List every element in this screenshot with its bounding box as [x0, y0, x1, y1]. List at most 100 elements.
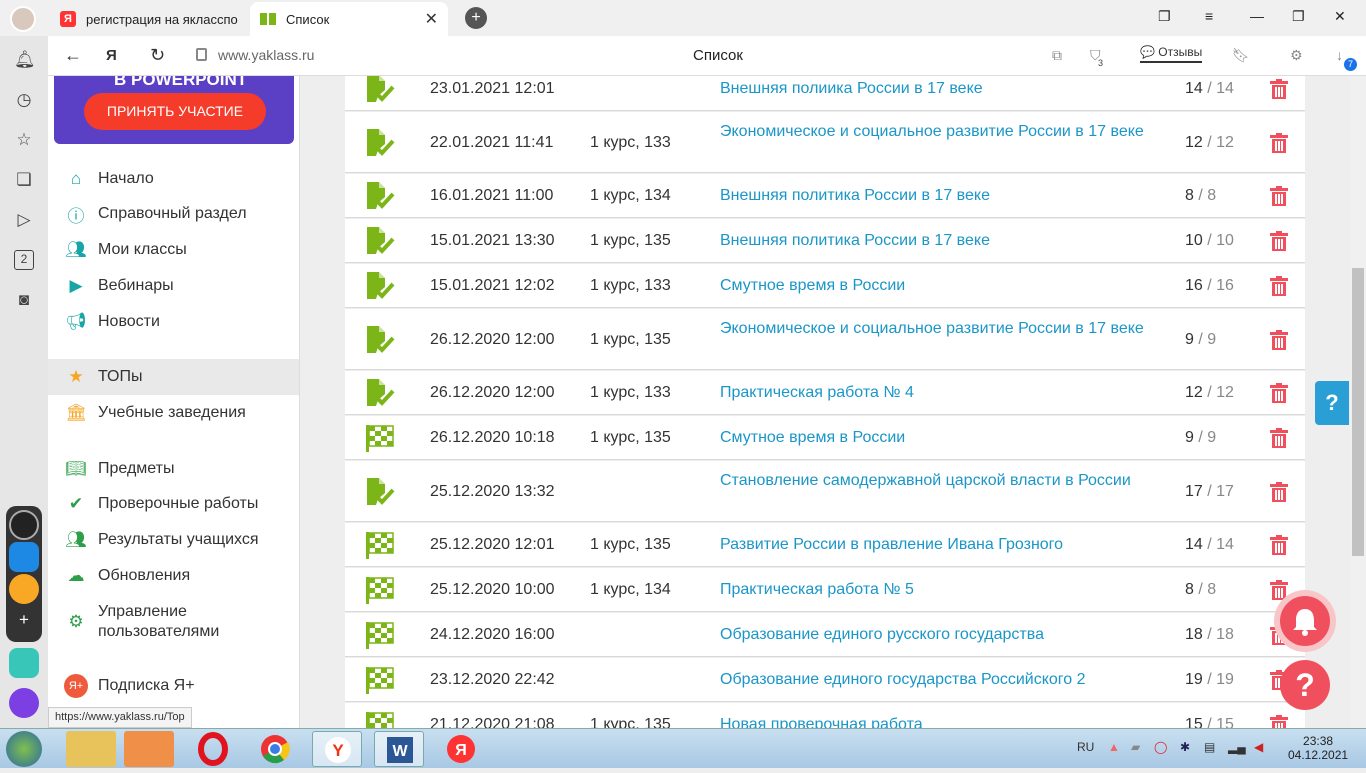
- opera-taskbar-icon[interactable]: [188, 731, 238, 767]
- sidebar-item-my-classes[interactable]: 👥︎ Мои классы: [48, 232, 299, 268]
- tray-clipboard-icon[interactable]: ▤: [1204, 740, 1215, 754]
- delete-icon[interactable]: [1270, 276, 1288, 296]
- language-indicator[interactable]: RU: [1077, 740, 1094, 754]
- chrome-taskbar-icon[interactable]: [250, 731, 300, 767]
- row-title-link[interactable]: Становление самодержавной царской власти…: [720, 471, 1150, 491]
- table-row[interactable]: 26.12.2020 12:00 1 курс, 133 Практическая …: [345, 371, 1305, 415]
- bookmark-manager-icon[interactable]: ❐: [1158, 8, 1171, 25]
- row-title-link[interactable]: Смутное время в России: [720, 428, 1150, 448]
- row-title-link[interactable]: Образование единого государства Российск…: [720, 670, 1150, 690]
- screenshot-icon[interactable]: ◙: [14, 290, 34, 310]
- minimize-icon[interactable]: —: [1250, 8, 1264, 24]
- yandex-browser-taskbar-icon[interactable]: Y: [312, 731, 362, 767]
- back-arrow-icon[interactable]: ←: [64, 45, 82, 66]
- tabs-icon[interactable]: ⧉: [1052, 47, 1062, 64]
- history-icon[interactable]: ◷: [14, 90, 34, 110]
- delete-icon[interactable]: [1270, 428, 1288, 448]
- alice-app-icon[interactable]: [9, 510, 39, 540]
- table-row[interactable]: 24.12.2020 16:00 Образование единого русс…: [345, 613, 1305, 657]
- table-row[interactable]: 23.01.2021 12:01 Внешняя полиика России в…: [345, 76, 1305, 111]
- help-tab-button[interactable]: ?: [1315, 381, 1349, 425]
- table-row[interactable]: 25.12.2020 13:32 Становление самодержавно…: [345, 461, 1305, 522]
- download-icon[interactable]: ↓: [1336, 47, 1343, 63]
- sidebar-item-institutions[interactable]: 🏛︎ Учебные заведения: [48, 395, 299, 431]
- delete-icon[interactable]: [1270, 186, 1288, 206]
- row-title-link[interactable]: Внешняя политика России в 17 веке: [720, 231, 1150, 251]
- notification-bell-button[interactable]: [1274, 590, 1336, 652]
- table-row[interactable]: 21.12.2020 21:08 1 курс, 135 Новая проверо…: [345, 703, 1305, 728]
- table-row[interactable]: 15.01.2021 13:30 1 курс, 135 Внешняя полит…: [345, 219, 1305, 263]
- add-app-icon[interactable]: +: [14, 610, 34, 630]
- close-tab-icon[interactable]: ✕: [425, 9, 438, 29]
- menu-icon[interactable]: ≡: [1205, 8, 1213, 24]
- table-row[interactable]: 26.12.2020 12:00 1 курс, 135 Экономическое…: [345, 309, 1305, 370]
- row-title-link[interactable]: Практическая работа № 5: [720, 580, 1150, 600]
- sidebar-item-subscription[interactable]: Я+ Подписка Я+: [48, 668, 299, 704]
- participate-button[interactable]: ПРИНЯТЬ УЧАСТИЕ: [84, 93, 266, 130]
- yandex-taskbar-icon[interactable]: Я: [436, 731, 486, 767]
- tray-icon-2[interactable]: ▰: [1131, 740, 1140, 754]
- start-button[interactable]: [6, 731, 42, 767]
- table-row[interactable]: 25.12.2020 10:00 1 курс, 134 Практическая …: [345, 568, 1305, 612]
- table-row[interactable]: 26.12.2020 10:18 1 курс, 135 Смутное время…: [345, 416, 1305, 460]
- sidebar-item-updates[interactable]: ☁ Обновления: [48, 558, 299, 594]
- table-row[interactable]: 16.01.2021 11:00 1 курс, 134 Внешняя полит…: [345, 174, 1305, 218]
- bookmark-icon[interactable]: 🔖︎: [1232, 47, 1250, 64]
- row-title-link[interactable]: Развитие России в правление Ивана Грозно…: [720, 535, 1150, 555]
- tray-icon-1[interactable]: ▲: [1108, 740, 1120, 754]
- messenger-app-icon[interactable]: [9, 648, 39, 678]
- delete-icon[interactable]: [1270, 132, 1288, 153]
- profile-avatar[interactable]: [10, 6, 36, 32]
- alice-assistant-icon[interactable]: [9, 688, 39, 718]
- collections-icon[interactable]: ❏: [14, 170, 34, 190]
- scrollbar[interactable]: [1350, 76, 1366, 728]
- market-app-icon[interactable]: [9, 542, 39, 572]
- zen-app-icon[interactable]: [9, 574, 39, 604]
- media-player-taskbar-icon[interactable]: [124, 731, 174, 767]
- reviews-button[interactable]: 💬 Отзывы: [1140, 45, 1203, 63]
- sidebar-item-subjects[interactable]: 📖︎ Предметы: [48, 451, 299, 487]
- row-title-link[interactable]: Смутное время в России: [720, 276, 1150, 296]
- close-window-icon[interactable]: ✕: [1334, 8, 1346, 25]
- notifications-icon[interactable]: 🔔︎: [14, 50, 36, 70]
- reload-icon[interactable]: ↻: [150, 45, 165, 66]
- favorites-icon[interactable]: ☆: [14, 130, 34, 150]
- tab-registration[interactable]: Я регистрация на якласспо: [50, 2, 250, 36]
- sidebar-item-home[interactable]: ⌂ Начало: [48, 161, 299, 197]
- delete-icon[interactable]: [1270, 383, 1288, 403]
- row-title-link[interactable]: Внешняя полиика России в 17 веке: [720, 79, 1150, 99]
- restore-icon[interactable]: ❐: [1292, 8, 1305, 25]
- sidebar-item-help[interactable]: ⓘ Справочный раздел: [48, 196, 299, 232]
- sidebar-item-user-management[interactable]: ⚙ Управление пользователями: [48, 600, 299, 644]
- row-title-link[interactable]: Экономическое и социальное развитие Росс…: [720, 319, 1150, 339]
- two-icon[interactable]: 2: [14, 250, 34, 270]
- delete-icon[interactable]: [1270, 715, 1288, 728]
- signal-icon[interactable]: ▂▄: [1228, 740, 1246, 754]
- extensions-icon[interactable]: ⚙: [1290, 47, 1303, 64]
- tray-opera-icon[interactable]: ◯: [1154, 740, 1167, 754]
- row-title-link[interactable]: Экономическое и социальное развитие Росс…: [720, 122, 1150, 142]
- table-row[interactable]: 23.12.2020 22:42 Образование единого госу…: [345, 658, 1305, 702]
- sidebar-item-tops[interactable]: ★ ТОПы: [48, 359, 299, 395]
- table-row[interactable]: 25.12.2020 12:01 1 курс, 135 Развитие Росс…: [345, 523, 1305, 567]
- sidebar-item-news[interactable]: 📢︎ Новости: [48, 304, 299, 340]
- table-row[interactable]: 22.01.2021 11:41 1 курс, 133 Экономическое…: [345, 112, 1305, 173]
- row-title-link[interactable]: Внешняя политика России в 17 веке: [720, 186, 1150, 206]
- delete-icon[interactable]: [1270, 231, 1288, 251]
- url-field[interactable]: www.yaklass.ru: [218, 47, 314, 63]
- explorer-taskbar-icon[interactable]: [66, 731, 116, 767]
- taskbar-clock[interactable]: 23:38 04.12.2021: [1288, 734, 1348, 762]
- word-taskbar-icon[interactable]: W: [374, 731, 424, 767]
- row-title-link[interactable]: Практическая работа № 4: [720, 383, 1150, 403]
- row-title-link[interactable]: Новая проверочная работа: [720, 715, 1150, 728]
- question-button[interactable]: ?: [1280, 660, 1330, 710]
- volume-icon[interactable]: ◀: [1254, 740, 1263, 754]
- row-title-link[interactable]: Образование единого русского государства: [720, 625, 1150, 645]
- media-icon[interactable]: ▷: [14, 210, 34, 230]
- yandex-logo-icon[interactable]: Я: [106, 47, 117, 64]
- bluetooth-icon[interactable]: ✱: [1180, 740, 1190, 754]
- sidebar-item-webinars[interactable]: ▶ Вебинары: [48, 268, 299, 304]
- sidebar-item-tests[interactable]: ✔ Проверочные работы: [48, 486, 299, 522]
- scrollbar-thumb[interactable]: [1352, 268, 1364, 556]
- table-row[interactable]: 15.01.2021 12:02 1 курс, 133 Смутное время…: [345, 264, 1305, 308]
